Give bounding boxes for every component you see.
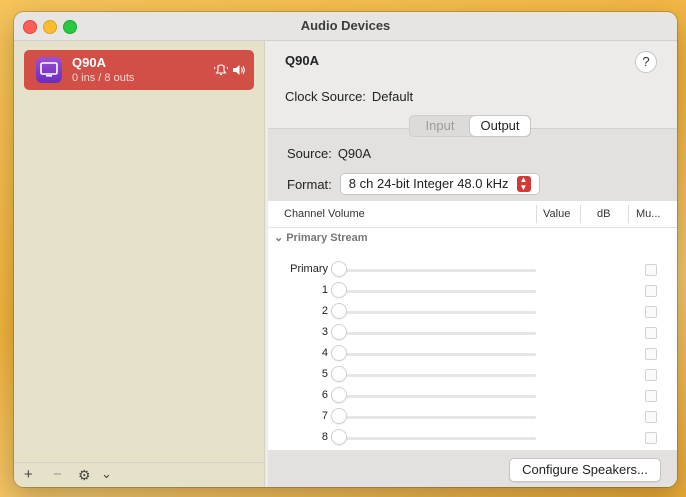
mute-checkbox[interactable] [645, 411, 657, 423]
device-sidebar: Q90A 0 ins / 8 outs + − ⚙ ⌄ [14, 41, 265, 487]
channel-label: 7 [321, 410, 328, 422]
volume-slider-track[interactable] [332, 416, 536, 419]
volume-slider-track[interactable] [332, 395, 536, 398]
volume-slider-knob[interactable] [332, 325, 346, 339]
help-button[interactable]: ? [635, 51, 657, 73]
channel-label: 2 [321, 305, 328, 317]
volume-slider-knob[interactable] [332, 346, 346, 360]
group-primary-stream[interactable]: ⌄ Primary Stream [274, 231, 368, 244]
source-row: Source: Q90A [287, 146, 371, 161]
source-label: Source: [287, 146, 332, 161]
table-row: 3 [268, 323, 677, 344]
output-panel: Source: Q90A Format: 8 ch 24-bit Integer … [268, 128, 677, 487]
format-value: 8 ch 24-bit Integer 48.0 kHz [348, 176, 509, 191]
table-row: 4 [268, 344, 677, 365]
table-row: 2 [268, 302, 677, 323]
table-row: 8 [268, 428, 677, 449]
window-title: Audio Devices [300, 18, 391, 33]
volume-slider-knob[interactable] [332, 283, 346, 297]
gear-icon[interactable]: ⚙ [78, 466, 91, 484]
volume-slider-knob[interactable] [332, 430, 346, 444]
mute-checkbox[interactable] [645, 390, 657, 402]
volume-slider-track[interactable] [332, 353, 536, 356]
clock-source-label: Clock Source: [285, 89, 366, 104]
device-title: Q90A [285, 53, 319, 68]
device-io-count: 0 ins / 8 outs [72, 72, 135, 84]
column-header-mute[interactable]: Mu... [636, 201, 660, 227]
volume-slider-knob[interactable] [332, 304, 346, 318]
device-list-item-q90a[interactable]: Q90A 0 ins / 8 outs [24, 50, 254, 90]
table-row: 7 [268, 407, 677, 428]
mute-checkbox[interactable] [645, 264, 657, 276]
speaker-output-icon [232, 63, 246, 81]
volume-slider-track[interactable] [332, 290, 536, 293]
clock-source-row: Clock Source: Default [285, 89, 413, 104]
format-popup[interactable]: 8 ch 24-bit Integer 48.0 kHz ▲ ▼ [339, 173, 540, 195]
volume-slider-knob[interactable] [332, 262, 346, 276]
format-label: Format: [287, 176, 332, 192]
popup-arrows-icon: ▲ ▼ [516, 176, 531, 192]
mute-checkbox[interactable] [645, 348, 657, 360]
audio-devices-window: Audio Devices Q90A 0 ins / 8 outs + − ⚙ … [14, 12, 677, 487]
column-header-channel-volume[interactable]: Channel Volume [284, 201, 365, 227]
column-divider [628, 205, 629, 223]
disclosure-chevron-icon[interactable]: ⌄ [274, 232, 283, 244]
channel-label: 5 [321, 368, 328, 380]
add-device-button[interactable]: + [24, 466, 33, 484]
sidebar-footer: + − ⚙ ⌄ [14, 462, 264, 487]
header-divider [268, 227, 677, 228]
title-bar: Audio Devices [14, 12, 677, 41]
clock-source-value[interactable]: Default [372, 89, 413, 104]
volume-slider-knob[interactable] [332, 409, 346, 423]
table-row: 6 [268, 386, 677, 407]
device-name: Q90A [72, 55, 106, 70]
channel-label: Primary [290, 263, 328, 275]
tv-icon [36, 57, 62, 83]
table-row: Primary [268, 260, 677, 281]
volume-slider-track[interactable] [332, 437, 536, 440]
tab-input[interactable]: Input [410, 116, 470, 136]
source-value: Q90A [337, 146, 372, 161]
column-header-value[interactable]: Value [543, 201, 570, 227]
table-row: 5 [268, 365, 677, 386]
volume-slider-track[interactable] [332, 311, 536, 314]
format-row: Format: 8 ch 24-bit Integer 48.0 kHz ▲ ▼ [287, 173, 540, 195]
chevron-down-icon[interactable]: ⌄ [101, 465, 112, 483]
volume-slider-knob[interactable] [332, 367, 346, 381]
configure-speakers-button[interactable]: Configure Speakers... [509, 458, 661, 482]
channel-label: 6 [321, 389, 328, 401]
volume-slider-knob[interactable] [332, 388, 346, 402]
mute-checkbox[interactable] [645, 432, 657, 444]
mute-checkbox[interactable] [645, 306, 657, 318]
mute-checkbox[interactable] [645, 327, 657, 339]
volume-slider-track[interactable] [332, 374, 536, 377]
device-detail-pane: Q90A ? Clock Source: Default Source: Q90A … [265, 41, 677, 487]
table-row: 1 [268, 281, 677, 302]
volume-slider-track[interactable] [332, 332, 536, 335]
mute-checkbox[interactable] [645, 369, 657, 381]
channel-volume-table: Channel Volume Value dB Mu... ⌄ Primary S… [268, 201, 677, 450]
group-label: Primary Stream [286, 232, 368, 244]
input-output-segmented-control: Input Output [409, 115, 531, 137]
tab-output[interactable]: Output [470, 116, 530, 136]
channel-label: 8 [321, 431, 328, 443]
alert-sound-icon [213, 63, 229, 81]
device-flags [213, 63, 246, 81]
column-header-db[interactable]: dB [597, 201, 610, 227]
channel-label: 4 [321, 347, 328, 359]
volume-slider-track[interactable] [332, 269, 536, 272]
column-divider [580, 205, 581, 223]
channel-label: 1 [321, 284, 328, 296]
column-divider [536, 205, 537, 223]
mute-checkbox[interactable] [645, 285, 657, 297]
channel-label: 3 [321, 326, 328, 338]
remove-device-button[interactable]: − [53, 466, 62, 484]
